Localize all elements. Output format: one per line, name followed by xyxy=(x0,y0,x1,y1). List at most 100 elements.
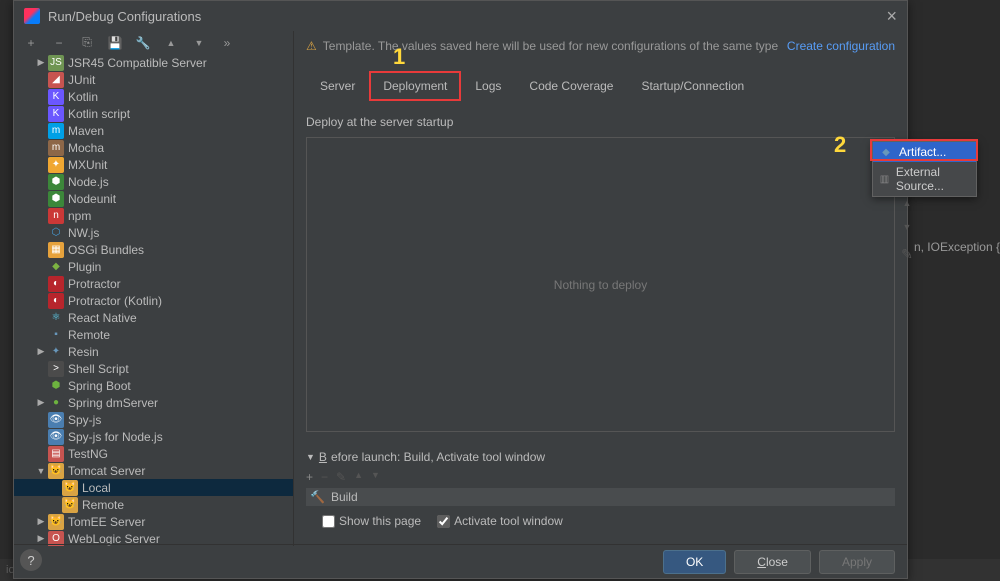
build-task-item[interactable]: 🔨 Build xyxy=(306,488,895,506)
expand-arrow-icon: ▶ xyxy=(34,57,48,68)
artifact-menu-item[interactable]: ◆ Artifact... xyxy=(873,142,976,162)
config-type-icon: ◢ xyxy=(48,72,64,88)
tab-startup-connection[interactable]: Startup/Connection xyxy=(627,71,758,101)
background-code: n, IOException { xyxy=(914,240,1000,254)
config-tree[interactable]: ▶JSJSR45 Compatible Server◢JUnitKKotlinK… xyxy=(14,54,293,546)
tree-item-junit[interactable]: ◢ JUnit xyxy=(14,71,293,88)
warning-icon: ⚠ xyxy=(306,39,317,53)
tree-item-label: Maven xyxy=(68,124,104,138)
tree-item-label: JUnit xyxy=(68,73,95,87)
tree-item-testng[interactable]: ▤TestNG xyxy=(14,445,293,462)
tab-logs[interactable]: Logs xyxy=(461,71,515,101)
expand-arrow-icon: ▶ xyxy=(34,346,48,357)
config-type-icon: > xyxy=(48,361,64,377)
tree-item-label: Kotlin xyxy=(68,90,98,104)
show-this-page-checkbox[interactable]: Show this page xyxy=(322,514,421,528)
cancel-button[interactable]: Close xyxy=(734,550,811,574)
annotation-2: 2 xyxy=(834,132,846,158)
tree-item-label: Protractor (Kotlin) xyxy=(68,294,162,308)
intellij-icon xyxy=(24,8,40,24)
config-type-icon: ● xyxy=(48,395,64,411)
move-up-button[interactable]: ▲ xyxy=(162,38,180,48)
tree-item-tomcat-server[interactable]: ▼😺Tomcat Server xyxy=(14,462,293,479)
tree-item-node-js[interactable]: ⬢Node.js xyxy=(14,173,293,190)
tree-item-npm[interactable]: nnpm xyxy=(14,207,293,224)
tree-item-label: Spy-js for Node.js xyxy=(68,430,163,444)
tree-item-jsr45-compatible-server[interactable]: ▶JSJSR45 Compatible Server xyxy=(14,54,293,71)
config-type-icon: ⬢ xyxy=(48,191,64,207)
help-button[interactable]: ? xyxy=(20,549,42,571)
edit-task-button: ✎ xyxy=(336,470,346,484)
remove-config-button[interactable]: − xyxy=(50,36,68,50)
tree-item-protractor[interactable]: ◐Protractor xyxy=(14,275,293,292)
config-type-icon: ⬢ xyxy=(48,378,64,394)
add-task-button[interactable]: + xyxy=(306,470,313,484)
tree-item-kotlin-script[interactable]: KKotlin script xyxy=(14,105,293,122)
tree-item-spring-dmserver[interactable]: ▶●Spring dmServer xyxy=(14,394,293,411)
activate-tool-window-checkbox[interactable]: Activate tool window xyxy=(437,514,563,528)
tree-item-shell-script[interactable]: >Shell Script xyxy=(14,360,293,377)
before-launch-header[interactable]: ▼ Before launch: Build, Activate tool wi… xyxy=(306,450,895,464)
collapse-arrow-icon: ▼ xyxy=(306,452,315,462)
tree-item-tomee-server[interactable]: ▶😺TomEE Server xyxy=(14,513,293,530)
tree-item-remote[interactable]: ▪Remote xyxy=(14,326,293,343)
run-debug-configurations-dialog: Run/Debug Configurations × + − ⎘ 💾 🔧 ▲ ▼… xyxy=(13,0,908,579)
config-type-icon: ✦ xyxy=(48,344,64,360)
before-launch-label: efore launch: Build, Activate tool windo… xyxy=(331,450,545,464)
tree-item-mxunit[interactable]: ✦MXUnit xyxy=(14,156,293,173)
tree-item-label: MXUnit xyxy=(68,158,107,172)
tree-item-label: Spring dmServer xyxy=(68,396,158,410)
tree-item-resin[interactable]: ▶✦ Resin xyxy=(14,343,293,360)
tree-item-label: Resin xyxy=(68,345,99,359)
dialog-title: Run/Debug Configurations xyxy=(48,9,886,24)
hammer-icon: 🔨 xyxy=(310,490,325,504)
save-config-button[interactable]: 💾 xyxy=(106,36,124,50)
tree-item-react-native[interactable]: ⚛React Native xyxy=(14,309,293,326)
tree-item-nw-js[interactable]: ⬡NW.js xyxy=(14,224,293,241)
tree-item-osgi-bundles[interactable]: ▦OSGi Bundles xyxy=(14,241,293,258)
move-down-deployment: ▼ xyxy=(898,222,916,232)
tree-item-nodeunit[interactable]: ⬢Nodeunit xyxy=(14,190,293,207)
tree-item-spy-js-for-node-js[interactable]: 👁 Spy-js for Node.js xyxy=(14,428,293,445)
annotation-1: 1 xyxy=(393,44,405,70)
tree-item-label: Spring Boot xyxy=(68,379,131,393)
tree-item-maven[interactable]: mMaven xyxy=(14,122,293,139)
apply-button: Apply xyxy=(819,550,895,574)
tree-item-spring-boot[interactable]: ⬢ Spring Boot xyxy=(14,377,293,394)
titlebar: Run/Debug Configurations × xyxy=(14,1,907,31)
tree-item-protractor-kotlin-[interactable]: ◐ Protractor (Kotlin) xyxy=(14,292,293,309)
external-source-menu-item[interactable]: ▥ External Source... xyxy=(873,162,976,196)
tab-server[interactable]: Server xyxy=(306,71,369,101)
tree-item-label: TomEE Server xyxy=(68,515,145,529)
expand-button[interactable]: » xyxy=(218,36,236,50)
config-type-icon: 😺 xyxy=(62,497,78,513)
tree-item-label: Kotlin script xyxy=(68,107,130,121)
tree-item-local[interactable]: 😺Local xyxy=(14,479,293,496)
config-type-icon: 👁 xyxy=(48,429,64,445)
tree-item-label: OSGi Bundles xyxy=(68,243,144,257)
nothing-to-deploy-text: Nothing to deploy xyxy=(554,278,647,292)
config-type-icon: K xyxy=(48,89,64,105)
close-icon[interactable]: × xyxy=(886,6,897,27)
tree-item-plugin[interactable]: ◆Plugin xyxy=(14,258,293,275)
edit-defaults-button[interactable]: 🔧 xyxy=(134,36,152,50)
tree-item-label: React Native xyxy=(68,311,137,325)
config-type-icon: ◐ xyxy=(48,293,64,309)
create-configuration-link[interactable]: Create configuration xyxy=(787,39,895,53)
copy-config-button[interactable]: ⎘ xyxy=(78,35,96,50)
config-type-icon: m xyxy=(48,140,64,156)
before-launch-section: ▼ Before launch: Build, Activate tool wi… xyxy=(306,450,895,528)
tab-code-coverage[interactable]: Code Coverage xyxy=(515,71,627,101)
ok-button[interactable]: OK xyxy=(663,550,726,574)
tree-item-kotlin[interactable]: K Kotlin xyxy=(14,88,293,105)
tab-deployment[interactable]: Deployment xyxy=(369,71,461,101)
move-down-button[interactable]: ▼ xyxy=(190,38,208,48)
remove-task-button: − xyxy=(321,470,328,484)
tree-item-remote[interactable]: 😺Remote xyxy=(14,496,293,513)
add-config-button[interactable]: + xyxy=(22,36,40,50)
move-task-up: ▲ xyxy=(354,470,363,484)
sidebar-toolbar: + − ⎘ 💾 🔧 ▲ ▼ » xyxy=(14,31,293,54)
tree-item-spy-js[interactable]: 👁Spy-js xyxy=(14,411,293,428)
deploy-list[interactable]: Nothing to deploy + − ▲ ▼ ✎ xyxy=(306,137,895,432)
tree-item-mocha[interactable]: mMocha xyxy=(14,139,293,156)
